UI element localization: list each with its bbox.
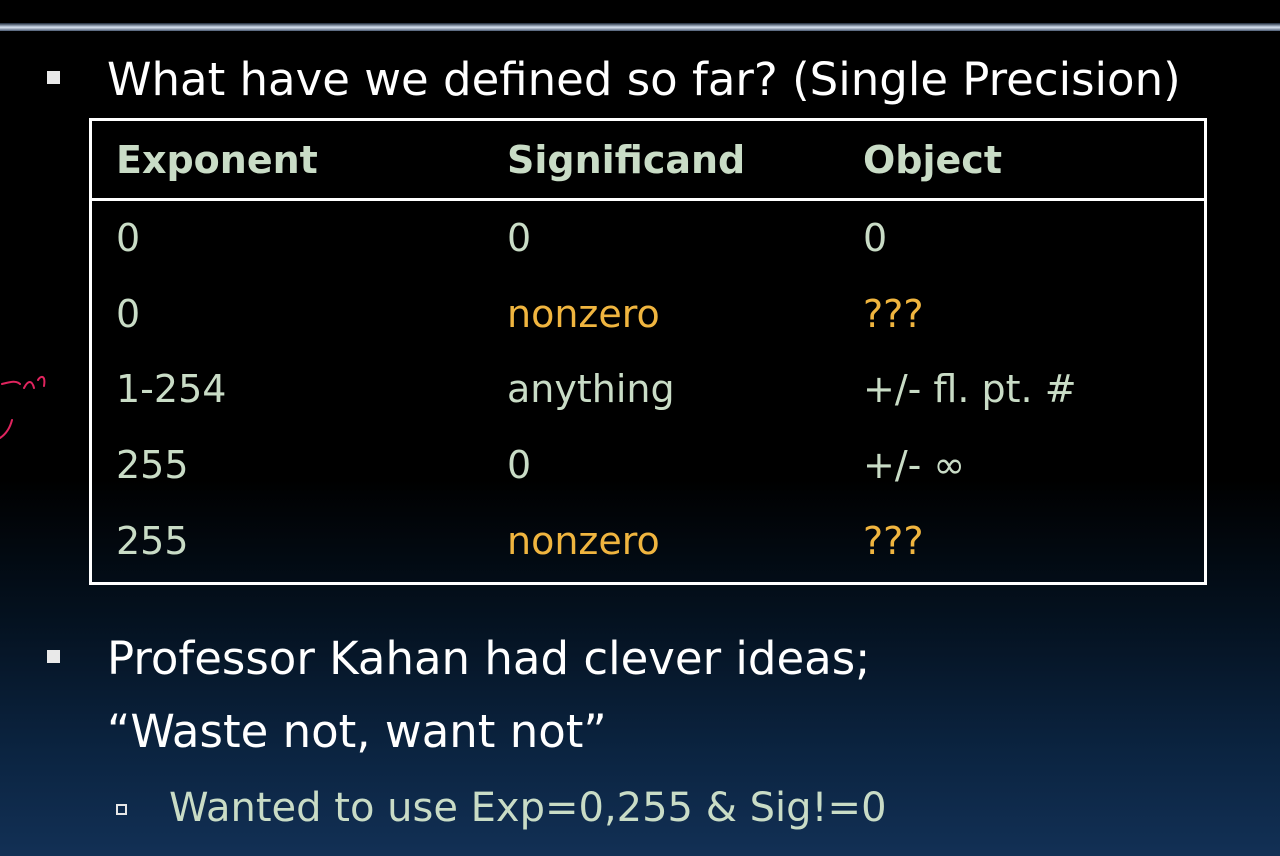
- table-cell: 0: [116, 216, 141, 260]
- table-cell: +/- ∞: [863, 443, 966, 487]
- table-cell: 1-254: [116, 367, 227, 411]
- sub-bullet-text: Wanted to use Exp=0,255 & Sig!=0: [169, 785, 887, 831]
- table-cell-highlight: ???: [863, 292, 924, 336]
- table-header-divider: [92, 198, 1204, 201]
- table-cell: 255: [116, 519, 189, 563]
- bullet-square-icon: [47, 650, 60, 663]
- table-cell: 0: [507, 216, 532, 260]
- exponent-table: Exponent Significand Object 0 0 0 0 nonz…: [89, 118, 1207, 585]
- title-divider: [0, 23, 1280, 31]
- table-cell: 0: [116, 292, 141, 336]
- table-cell: +/- fl. pt. #: [863, 367, 1077, 411]
- table-cell-highlight: nonzero: [507, 292, 660, 336]
- table-cell-highlight: nonzero: [507, 519, 660, 563]
- sub-bullet-square-icon: [116, 804, 127, 815]
- handwritten-annotation: [0, 375, 46, 439]
- table-cell-highlight: ???: [863, 519, 924, 563]
- table-cell: anything: [507, 367, 675, 411]
- bullet-square-icon: [47, 71, 60, 84]
- table-header-exponent: Exponent: [116, 138, 318, 182]
- table-header-significand: Significand: [507, 138, 746, 182]
- table-cell: 0: [863, 216, 888, 260]
- bullet-heading: What have we defined so far? (Single Pre…: [107, 53, 1181, 106]
- bullet-text-line: “Waste not, want not”: [107, 705, 607, 758]
- table-header-object: Object: [863, 138, 1002, 182]
- table-cell: 255: [116, 443, 189, 487]
- bullet-text-line: Professor Kahan had clever ideas;: [107, 632, 871, 685]
- table-cell: 0: [507, 443, 532, 487]
